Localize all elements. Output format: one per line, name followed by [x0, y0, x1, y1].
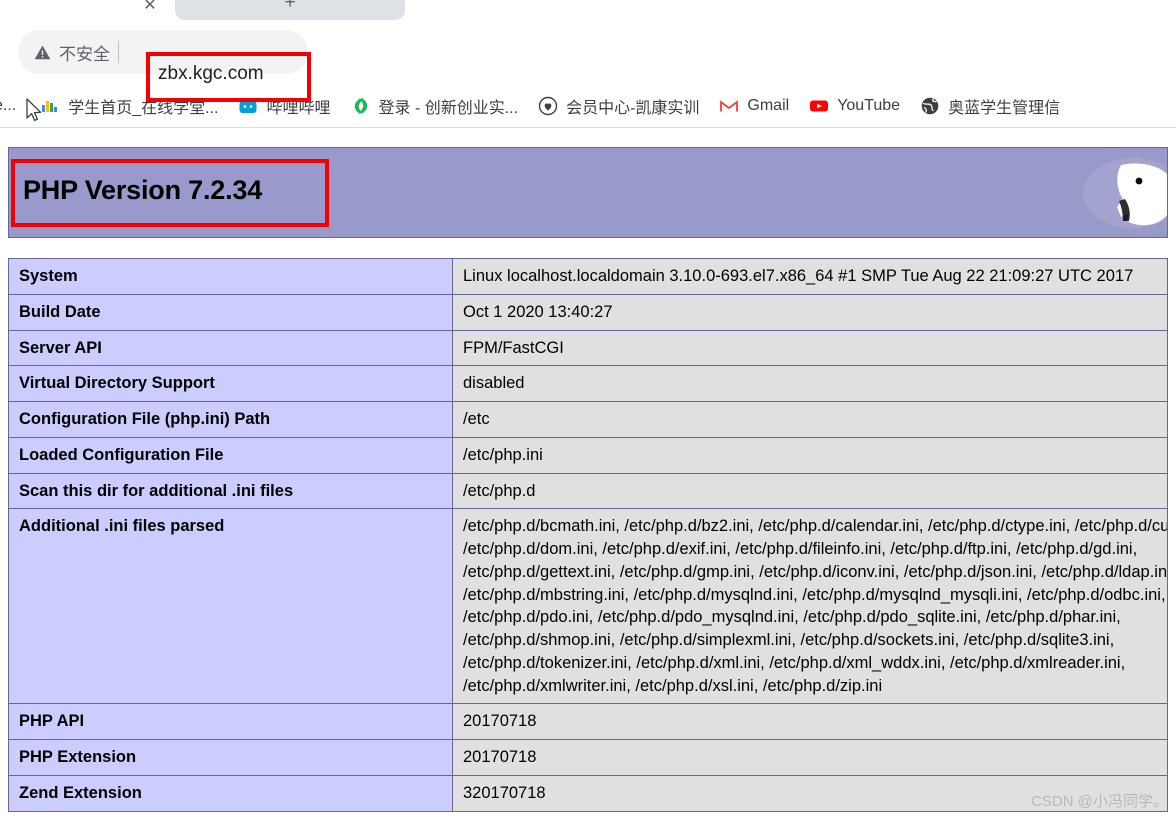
bookmarks-bar: ve... 学生首页_在线学堂...: [0, 84, 1176, 128]
table-row: System Linux localhost.localdomain 3.10.…: [8, 258, 1168, 295]
new-tab-button[interactable]: +: [175, 0, 405, 20]
csdn-watermark: CSDN @小冯同学。: [1031, 793, 1168, 810]
table-row: Loaded Configuration File /etc/php.ini: [8, 436, 1168, 474]
table-row: Configuration File (php.ini) Path /etc: [8, 401, 1168, 438]
row-key: Server API: [8, 329, 453, 367]
bookmark-youtube[interactable]: YouTube: [799, 89, 910, 123]
row-value: /etc/php.d: [452, 472, 1168, 510]
table-row: PHP API 20170718: [8, 703, 1168, 741]
bookmark-label: Gmail: [747, 96, 790, 114]
row-value: Linux localhost.localdomain 3.10.0-693.e…: [452, 258, 1168, 295]
green-swirl-icon: [351, 96, 371, 116]
row-key: Zend Extension: [8, 775, 453, 812]
tab-strip: ✕ +: [0, 0, 1176, 22]
not-secure-label: 不安全: [59, 44, 110, 64]
bookmark-label: ve...: [0, 96, 17, 114]
php-version-title: PHP Version 7.2.34: [23, 175, 263, 205]
row-value: disabled: [452, 365, 1168, 403]
table-row: Zend Extension 320170718: [8, 775, 1168, 812]
bookmark-label: YouTube: [837, 96, 901, 114]
row-value: FPM/FastCGI: [452, 329, 1168, 367]
bookmark-login-innovation[interactable]: 登录 - 创新创业实...: [341, 89, 529, 123]
bookmark-gmail[interactable]: Gmail: [709, 89, 799, 123]
row-value: Oct 1 2020 13:40:27: [452, 293, 1168, 331]
php-version-header: PHP Version 7.2.34: [8, 147, 1168, 238]
site-security-indicator[interactable]: 不安全: [34, 40, 110, 65]
bookmark-aolan-student-mgmt[interactable]: 奥蓝学生管理信: [910, 89, 1070, 123]
bookmark-label: 登录 - 创新创业实...: [378, 99, 519, 117]
bilibili-tv-icon: [238, 96, 258, 116]
close-icon[interactable]: ✕: [140, 0, 160, 16]
table-row: Virtual Directory Support disabled: [8, 365, 1168, 403]
phpinfo-table-body: System Linux localhost.localdomain 3.10.…: [8, 258, 1168, 812]
row-value: 20170718: [452, 703, 1168, 741]
table-row: Build Date Oct 1 2020 13:40:27: [8, 293, 1168, 331]
row-value: 20170718: [452, 739, 1168, 777]
row-key: Scan this dir for additional .ini files: [8, 472, 453, 510]
phpinfo-wrapper: PHP Version 7.2.34 System Linux localhos…: [0, 147, 1176, 812]
browser-chrome: ✕ + 不安全 zbx.kgc.com ve...: [0, 0, 1176, 128]
bookmark-label: 会员中心-凯康实训: [566, 99, 700, 117]
row-key: Loaded Configuration File: [8, 436, 453, 474]
row-key: System: [8, 258, 453, 295]
warning-triangle-icon: [34, 45, 51, 60]
php-elephant-logo-icon: [1077, 151, 1167, 235]
bookmark-label: 学生首页_在线学堂...: [68, 99, 219, 117]
bookmark-student-home[interactable]: 学生首页_在线学堂...: [30, 89, 228, 123]
row-key: Build Date: [8, 293, 453, 331]
table-row: PHP Extension 20170718: [8, 739, 1168, 777]
browser-toolbar: 不安全 zbx.kgc.com: [0, 22, 1176, 102]
row-key: Configuration File (php.ini) Path: [8, 401, 453, 438]
row-value: /etc/php.ini: [452, 436, 1168, 474]
phpinfo-core-table: System Linux localhost.localdomain 3.10.…: [8, 258, 1168, 812]
bookmark-bilibili[interactable]: 哔哩哔哩: [228, 89, 340, 123]
row-key: PHP API: [8, 703, 453, 741]
gmail-m-icon: [719, 96, 739, 116]
bookmark-member-center[interactable]: 会员中心-凯康实训: [528, 89, 709, 123]
mouse-cursor: [26, 98, 44, 124]
table-row: Server API FPM/FastCGI: [8, 329, 1168, 367]
bookmark-label: 奥蓝学生管理信: [948, 99, 1061, 117]
row-key: Virtual Directory Support: [8, 365, 453, 403]
globe-icon: [920, 96, 940, 116]
omnibox-divider: [118, 41, 119, 63]
row-key: PHP Extension: [8, 739, 453, 777]
table-row: Scan this dir for additional .ini files …: [8, 472, 1168, 510]
row-value: /etc/php.d/bcmath.ini, /etc/php.d/bz2.in…: [452, 508, 1168, 705]
url-input[interactable]: zbx.kgc.com: [158, 63, 264, 85]
bookmark-label: 哔哩哔哩: [266, 99, 331, 117]
row-value: /etc: [452, 401, 1168, 438]
browser-tab[interactable]: [0, 0, 160, 22]
phpinfo-page: PHP Version 7.2.34 System Linux localhos…: [0, 128, 1176, 820]
heart-circle-icon: [538, 96, 558, 116]
row-key: Additional .ini files parsed: [8, 508, 453, 705]
table-row: Additional .ini files parsed /etc/php.d/…: [8, 508, 1168, 705]
youtube-play-icon: [809, 96, 829, 116]
bookmark-drive[interactable]: ve...: [0, 89, 26, 123]
